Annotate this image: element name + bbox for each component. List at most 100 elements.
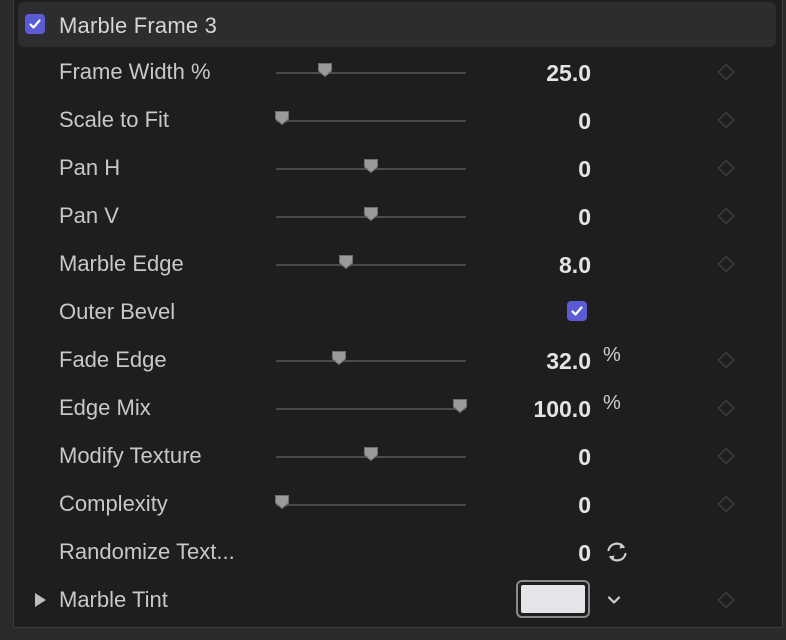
slider-thumb-icon: [364, 447, 378, 462]
param-slider[interactable]: [274, 97, 466, 145]
triangle-right-icon: [35, 593, 46, 607]
slider-thumb[interactable]: [363, 158, 379, 174]
param-label: Marble Tint: [59, 587, 168, 612]
color-swatch[interactable]: [516, 580, 590, 618]
param-row-fade-edge: Fade Edge 32.0%: [0, 337, 786, 385]
param-value[interactable]: 0: [578, 444, 591, 471]
keyframe-button[interactable]: [717, 591, 735, 609]
param-row-marble-tint: Marble Tint: [0, 577, 786, 625]
param-value[interactable]: 0: [578, 492, 591, 519]
param-label: Fade Edge: [59, 347, 167, 372]
param-row-marble-edge: Marble Edge 8.0: [0, 241, 786, 289]
keyframe-button[interactable]: [717, 63, 735, 81]
param-label: Outer Bevel: [59, 299, 176, 324]
diamond-icon: [717, 111, 735, 129]
disclosure-triangle-icon[interactable]: [33, 592, 47, 608]
keyframe-button[interactable]: [717, 207, 735, 225]
param-slider[interactable]: [276, 49, 466, 97]
slider-thumb-icon: [331, 351, 346, 366]
param-value[interactable]: 0: [578, 156, 591, 183]
randomize-button[interactable]: [604, 539, 630, 565]
effect-enable-checkbox[interactable]: [25, 14, 45, 34]
param-label: Pan V: [59, 203, 119, 228]
diamond-icon: [717, 255, 735, 273]
param-checkbox[interactable]: [567, 301, 587, 321]
param-value[interactable]: 0: [578, 540, 591, 567]
param-value[interactable]: 8.0: [559, 252, 591, 279]
param-label: Marble Edge: [59, 251, 184, 276]
diamond-icon: [717, 591, 735, 609]
param-label: Complexity: [59, 491, 168, 516]
refresh-icon: [607, 542, 627, 562]
color-dropdown-button[interactable]: [606, 593, 622, 607]
slider-track: [276, 120, 466, 122]
slider-thumb-icon: [364, 207, 378, 222]
chevron-down-icon: [607, 596, 621, 604]
slider-thumb[interactable]: [274, 494, 290, 510]
slider-thumb-icon: [339, 255, 354, 270]
diamond-icon: [717, 207, 735, 225]
param-row-modify-texture: Modify Texture 0: [0, 433, 786, 481]
param-value[interactable]: 0: [578, 204, 591, 231]
keyframe-button[interactable]: [717, 159, 735, 177]
slider-thumb-icon: [274, 111, 289, 126]
param-slider[interactable]: [276, 433, 466, 481]
keyframe-button[interactable]: [717, 351, 735, 369]
keyframe-button[interactable]: [717, 447, 735, 465]
param-value[interactable]: 100.0: [533, 396, 591, 423]
slider-thumb-icon: [453, 399, 468, 414]
param-label: Randomize Text...: [59, 539, 235, 564]
param-slider[interactable]: [276, 337, 466, 385]
diamond-icon: [717, 447, 735, 465]
keyframe-button[interactable]: [717, 111, 735, 129]
param-value[interactable]: 32.0: [546, 348, 591, 375]
param-label: Scale to Fit: [59, 107, 170, 132]
keyframe-button[interactable]: [717, 495, 735, 513]
param-slider[interactable]: [276, 241, 466, 289]
param-slider[interactable]: [276, 385, 468, 433]
diamond-icon: [717, 399, 735, 417]
slider-track: [276, 408, 466, 410]
diamond-icon: [717, 351, 735, 369]
checkmark-icon: [29, 19, 41, 29]
diamond-icon: [717, 495, 735, 513]
param-unit: %: [603, 392, 621, 414]
color-swatch-fill: [521, 585, 585, 613]
keyframe-button[interactable]: [717, 399, 735, 417]
param-row-randomize-text: Randomize Text... 0: [0, 529, 786, 577]
slider-thumb-icon: [364, 159, 378, 174]
slider-thumb[interactable]: [274, 110, 290, 126]
slider-track: [276, 264, 466, 266]
slider-thumb[interactable]: [317, 62, 333, 78]
param-label: Edge Mix: [59, 395, 151, 420]
param-value[interactable]: 0: [578, 108, 591, 135]
slider-thumb[interactable]: [338, 254, 354, 270]
param-row-frame-width: Frame Width % 25.0: [0, 49, 786, 97]
param-slider[interactable]: [276, 193, 466, 241]
effect-header[interactable]: Marble Frame 3: [18, 2, 776, 47]
param-label: Modify Texture: [59, 443, 202, 468]
checkmark-icon: [571, 306, 583, 316]
slider-thumb[interactable]: [363, 206, 379, 222]
slider-thumb[interactable]: [331, 350, 347, 366]
slider-track: [276, 504, 466, 506]
param-label: Frame Width %: [59, 59, 211, 84]
param-row-outer-bevel: Outer Bevel: [0, 289, 786, 337]
diamond-icon: [717, 159, 735, 177]
effect-title: Marble Frame 3: [59, 13, 218, 38]
param-row-pan-h: Pan H 0: [0, 145, 786, 193]
param-value[interactable]: 25.0: [546, 60, 591, 87]
slider-track: [276, 360, 466, 362]
slider-thumb-icon: [274, 495, 289, 510]
param-row-edge-mix: Edge Mix 100.0%: [0, 385, 786, 433]
slider-thumb[interactable]: [452, 398, 468, 414]
param-row-scale-to-fit: Scale to Fit 0: [0, 97, 786, 145]
param-row-pan-v: Pan V 0: [0, 193, 786, 241]
slider-thumb[interactable]: [363, 446, 379, 462]
param-row-complexity: Complexity 0: [0, 481, 786, 529]
keyframe-button[interactable]: [717, 255, 735, 273]
param-slider[interactable]: [276, 145, 466, 193]
param-slider[interactable]: [274, 481, 466, 529]
slider-thumb-icon: [318, 63, 333, 78]
param-unit: %: [603, 344, 621, 366]
